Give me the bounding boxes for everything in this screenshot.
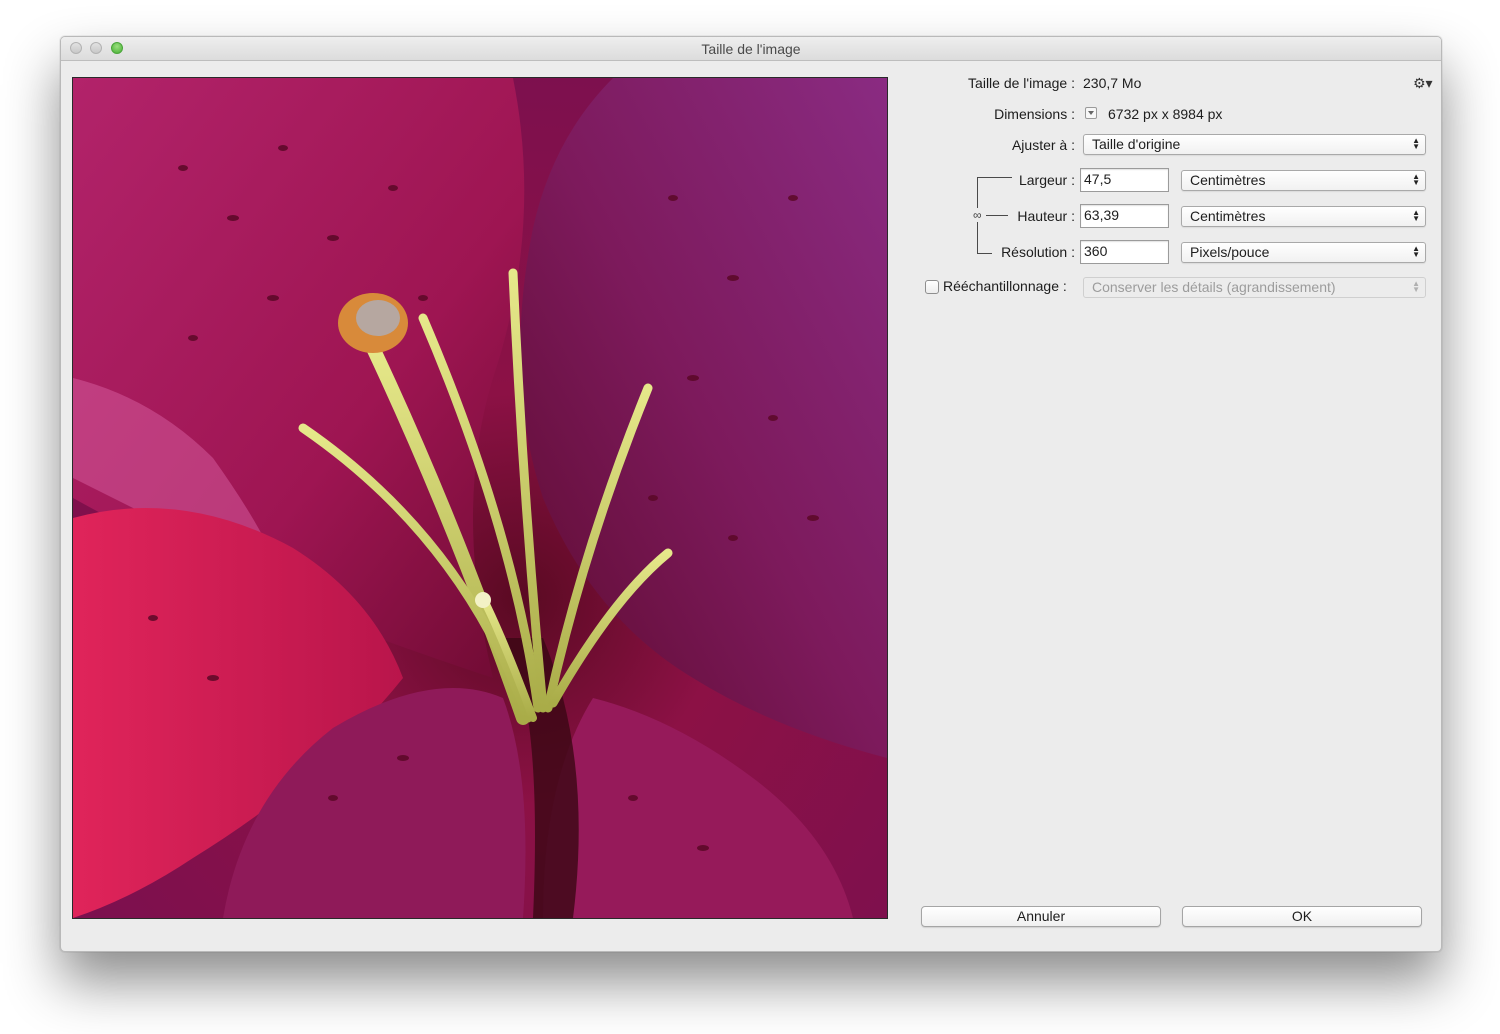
up-down-arrows-icon: ▲ ▼ [1412,172,1420,187]
resolution-unit-value: Pixels/pouce [1190,244,1270,260]
width-unit-value: Centimètres [1190,172,1266,188]
up-down-arrows-icon: ▲ ▼ [1412,244,1420,259]
height-label: Hauteur : [1017,208,1075,224]
resample-label: Rééchantillonnage : [943,278,1067,294]
resample-method-select[interactable]: Conserver les détails (agrandissement) ▲… [1083,277,1426,298]
dimensions-value: 6732 px x 8984 px [1108,106,1223,122]
resolution-label: Résolution : [1001,244,1075,260]
up-down-arrows-icon: ▲ ▼ [1412,208,1420,223]
image-size-dialog: Taille de l'image ⚙▾ Taille de l'image:… [60,36,1442,952]
resolution-input[interactable]: 360 [1080,240,1169,264]
cancel-button[interactable]: Annuler [921,906,1161,927]
image-preview[interactable] [72,77,888,919]
disclosure-triangle-icon[interactable] [1085,107,1097,119]
up-down-arrows-icon: ▲ ▼ [1412,279,1420,294]
lily-flower-image [73,78,887,918]
width-label: Largeur : [1018,172,1075,188]
height-unit-value: Centimètres [1190,208,1266,224]
resolution-unit-select[interactable]: Pixels/pouce ▲ ▼ [1181,242,1426,263]
width-unit-select[interactable]: Centimètres ▲ ▼ [1181,170,1426,191]
fit-to-select[interactable]: Taille d'origine ▲ ▼ [1083,134,1426,155]
ok-button[interactable]: OK [1182,906,1422,927]
fit-to-label: Ajuster à : [1011,137,1075,153]
title-bar[interactable]: Taille de l'image [61,37,1441,61]
dimensions-label: Dimensions : [994,106,1075,122]
resample-method-value: Conserver les détails (agrandissement) [1092,279,1336,295]
resample-checkbox[interactable] [925,280,939,294]
height-input[interactable]: 63,39 [1080,204,1169,228]
image-size-label: Taille de l'image : [968,75,1075,91]
window-title: Taille de l'image [701,41,801,57]
gear-icon[interactable]: ⚙▾ [1413,75,1433,92]
height-unit-select[interactable]: Centimètres ▲ ▼ [1181,206,1426,227]
fit-to-value: Taille d'origine [1092,136,1181,152]
image-size-value: 230,7 Mo [1083,75,1142,91]
width-input[interactable]: 47,5 [1080,168,1169,192]
up-down-arrows-icon: ▲ ▼ [1412,136,1420,151]
